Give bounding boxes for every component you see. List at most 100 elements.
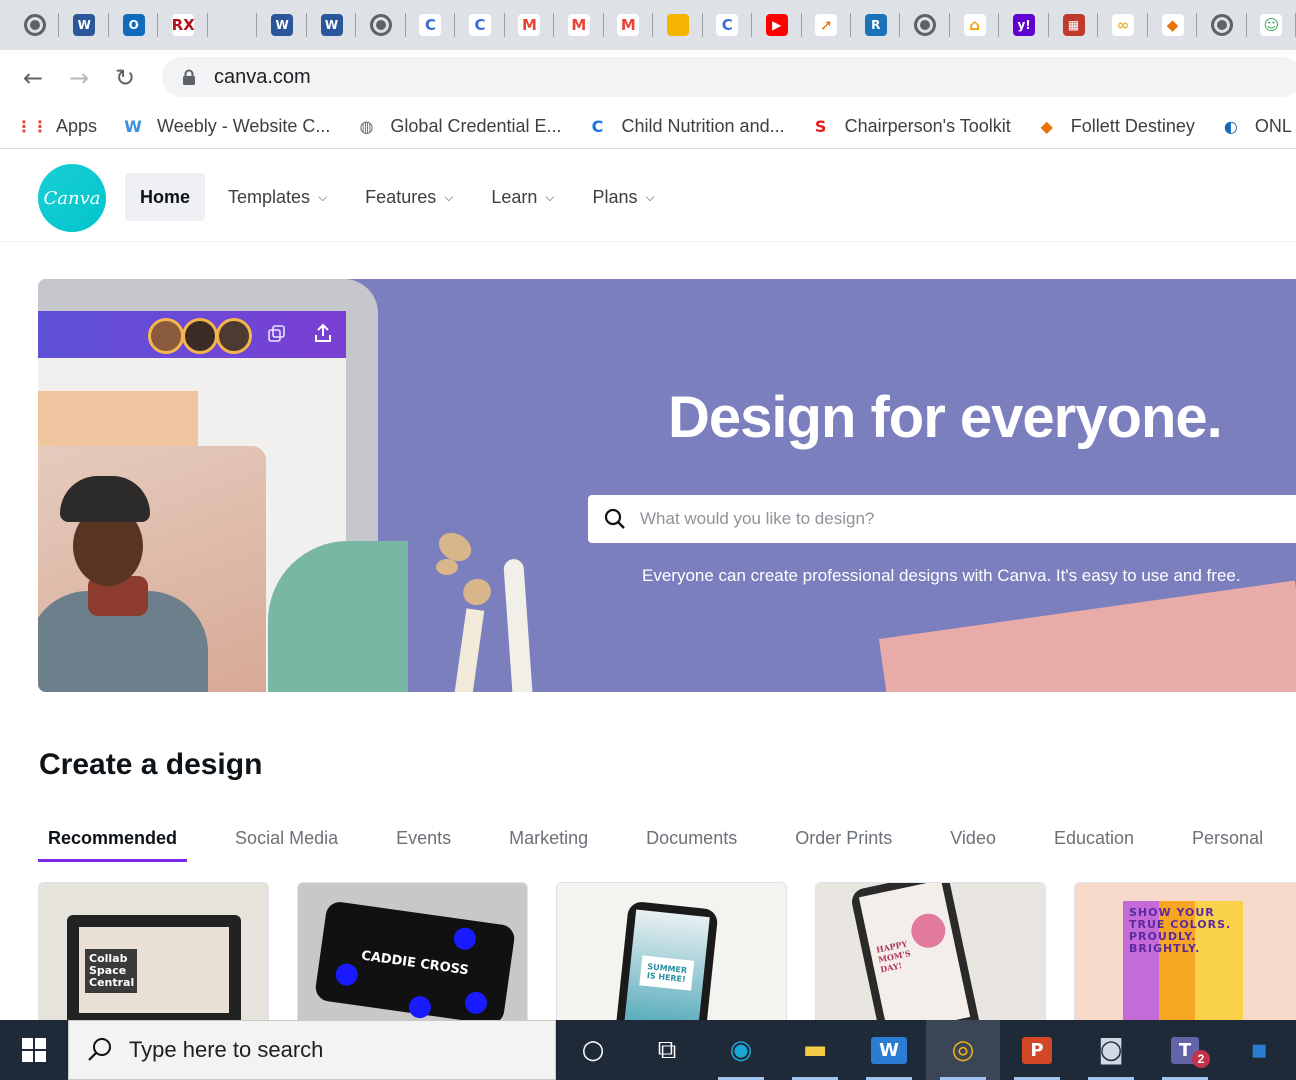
tab-social-media[interactable]: Social Media bbox=[225, 820, 348, 862]
taskbar-search[interactable] bbox=[67, 1020, 556, 1080]
browser-tab[interactable]: ➚ bbox=[802, 0, 852, 50]
poster-card[interactable]: HAPPY MOM'S DAY! bbox=[815, 882, 1046, 1032]
word-taskbar-button[interactable]: W bbox=[852, 1020, 926, 1080]
file-explorer-taskbar-button[interactable]: ▬ bbox=[778, 1020, 852, 1080]
taskbar-search-input[interactable] bbox=[128, 1037, 549, 1063]
browser-tab[interactable]: ∞ bbox=[1098, 0, 1149, 50]
browser-tab[interactable]: ⌂ bbox=[950, 0, 1000, 50]
instagram-post-card[interactable]: SUMMER IS HERE! bbox=[556, 882, 787, 1032]
browser-tab[interactable]: M bbox=[604, 0, 654, 50]
browser-tab[interactable]: ▦ bbox=[1049, 0, 1099, 50]
browser-tab[interactable]: ☺ bbox=[1247, 0, 1296, 50]
powerpoint-taskbar-button[interactable]: P bbox=[1000, 1020, 1074, 1080]
camera-icon: ◙ bbox=[1098, 1035, 1124, 1065]
s-icon: S bbox=[814, 117, 827, 136]
bookmark-item[interactable]: ⋮⋮ Apps bbox=[16, 115, 97, 139]
browser-tab[interactable] bbox=[208, 0, 258, 50]
address-bar[interactable]: canva.com bbox=[162, 57, 1296, 97]
forward-button[interactable]: → bbox=[61, 60, 97, 96]
card-mockup: SHOW YOUR TRUE COLORS. PROUDLY. BRIGHTLY… bbox=[1123, 901, 1243, 1031]
bookmark-item[interactable]: ◐ ONL bbox=[1219, 115, 1292, 139]
nav-item-label: Learn bbox=[491, 186, 538, 207]
bookmark-item[interactable]: ◍ Global Credential E... bbox=[354, 115, 561, 139]
task-view-taskbar-button[interactable]: ⧉ bbox=[630, 1020, 704, 1080]
card-text: Collab Space Central bbox=[85, 949, 137, 993]
yahoo-icon: y! bbox=[1013, 14, 1036, 36]
avatar bbox=[182, 318, 218, 354]
search-icon bbox=[604, 508, 625, 529]
chrome-taskbar-button[interactable]: ◎ bbox=[926, 1020, 1000, 1080]
nav-item-features[interactable]: Features ⌵ bbox=[350, 173, 468, 221]
back-button[interactable]: ← bbox=[15, 60, 51, 96]
edge-taskbar-button[interactable]: ◉ bbox=[704, 1020, 778, 1080]
browser-tab[interactable]: C bbox=[406, 0, 456, 50]
lock-icon bbox=[183, 69, 195, 85]
nav-item-home[interactable]: Home bbox=[125, 173, 206, 221]
browser-tab[interactable] bbox=[900, 0, 951, 50]
browser-tab[interactable]: M bbox=[554, 0, 605, 50]
bookmark-item[interactable]: C Child Nutrition and... bbox=[586, 115, 785, 139]
browser-tab[interactable]: O bbox=[109, 0, 159, 50]
browser-tab[interactable]: C bbox=[703, 0, 753, 50]
taskbar-apps: ○ ⧉ ◉ ▬ W ◎ P ◙ T 2 ▪ bbox=[556, 1020, 1296, 1080]
phone-screen: HAPPY MOM'S DAY! bbox=[858, 883, 971, 1031]
browser-tab[interactable]: W bbox=[257, 0, 308, 50]
browser-tab[interactable]: ◆ bbox=[1148, 0, 1198, 50]
browser-tab[interactable] bbox=[653, 0, 704, 50]
home-icon: ⌂ bbox=[963, 14, 986, 36]
tab-recommended[interactable]: Recommended bbox=[38, 820, 188, 862]
canva-logo[interactable]: Canva bbox=[38, 164, 106, 232]
browser-tab[interactable]: W bbox=[307, 0, 357, 50]
r-icon: R bbox=[864, 14, 887, 36]
more-app-taskbar-button[interactable]: ▪ bbox=[1222, 1020, 1296, 1080]
cortana-taskbar-button[interactable]: ○ bbox=[556, 1020, 630, 1080]
tab-personal[interactable]: Personal bbox=[1182, 820, 1273, 862]
bookmark-item[interactable]: S Chairperson's Toolkit bbox=[809, 115, 1011, 139]
tab-documents[interactable]: Documents bbox=[636, 820, 747, 862]
reload-button[interactable]: ↻ bbox=[107, 60, 143, 96]
browser-tab[interactable]: y! bbox=[999, 0, 1050, 50]
flyer-card[interactable]: SHOW YOUR TRUE COLORS. PROUDLY. BRIGHTLY… bbox=[1074, 882, 1296, 1032]
teal-shape bbox=[268, 541, 408, 692]
browser-tab[interactable]: R bbox=[851, 0, 901, 50]
browser-tab[interactable]: RX bbox=[158, 0, 209, 50]
nav-item-templates[interactable]: Templates ⌵ bbox=[213, 173, 342, 221]
nav-item-label: Templates bbox=[228, 186, 311, 207]
tab-education[interactable]: Education bbox=[1044, 820, 1144, 862]
browser-tab[interactable]: C bbox=[455, 0, 506, 50]
youtube-icon: ▶ bbox=[765, 14, 788, 36]
bookmark-label: Follett Destiney bbox=[1070, 116, 1195, 136]
bookmark-item[interactable]: ◆ Follett Destiney bbox=[1035, 115, 1195, 139]
presentation-card[interactable]: Collab Space Central bbox=[38, 882, 269, 1032]
tab-order-prints[interactable]: Order Prints bbox=[785, 820, 902, 862]
url-text: canva.com bbox=[214, 65, 311, 88]
video-card[interactable]: CADDIE CROSS bbox=[297, 882, 528, 1032]
browser-tab[interactable]: M bbox=[505, 0, 555, 50]
browser-tab[interactable]: ▶ bbox=[752, 0, 802, 50]
blue-dot bbox=[407, 994, 433, 1020]
word-icon: W bbox=[320, 14, 343, 36]
tab-video[interactable]: Video bbox=[940, 820, 1006, 862]
bookmark-label: Weebly - Website C... bbox=[157, 116, 331, 136]
share-upload-icon bbox=[315, 323, 331, 342]
design-cards: Collab Space Central CADDIE CROSS SUMMER I… bbox=[38, 882, 1296, 1032]
classlink-icon: C bbox=[419, 14, 442, 36]
browser-tab[interactable] bbox=[1197, 0, 1248, 50]
tab-marketing[interactable]: Marketing bbox=[499, 820, 598, 862]
weebly-icon: W bbox=[124, 117, 142, 136]
bookmarks-bar: ⋮⋮ Apps W Weebly - Website C... ◍ Global Cred… bbox=[0, 105, 1296, 149]
browser-tab[interactable] bbox=[356, 0, 407, 50]
outlook-icon: O bbox=[122, 14, 145, 36]
browser-tab[interactable] bbox=[10, 0, 60, 50]
tab-events[interactable]: Events bbox=[386, 820, 461, 862]
design-search-box[interactable] bbox=[588, 495, 1296, 543]
nav-item-plans[interactable]: Plans ⌵ bbox=[577, 173, 669, 221]
nav-item-learn[interactable]: Learn ⌵ bbox=[476, 173, 569, 221]
start-button[interactable] bbox=[0, 1020, 68, 1080]
design-search-input[interactable] bbox=[640, 509, 1240, 529]
hero-headline: Design for everyone. bbox=[668, 385, 1223, 450]
camera-taskbar-button[interactable]: ◙ bbox=[1074, 1020, 1148, 1080]
bookmark-item[interactable]: W Weebly - Website C... bbox=[121, 115, 330, 139]
browser-tab[interactable]: W bbox=[59, 0, 110, 50]
teams-taskbar-button[interactable]: T2 bbox=[1148, 1020, 1222, 1080]
